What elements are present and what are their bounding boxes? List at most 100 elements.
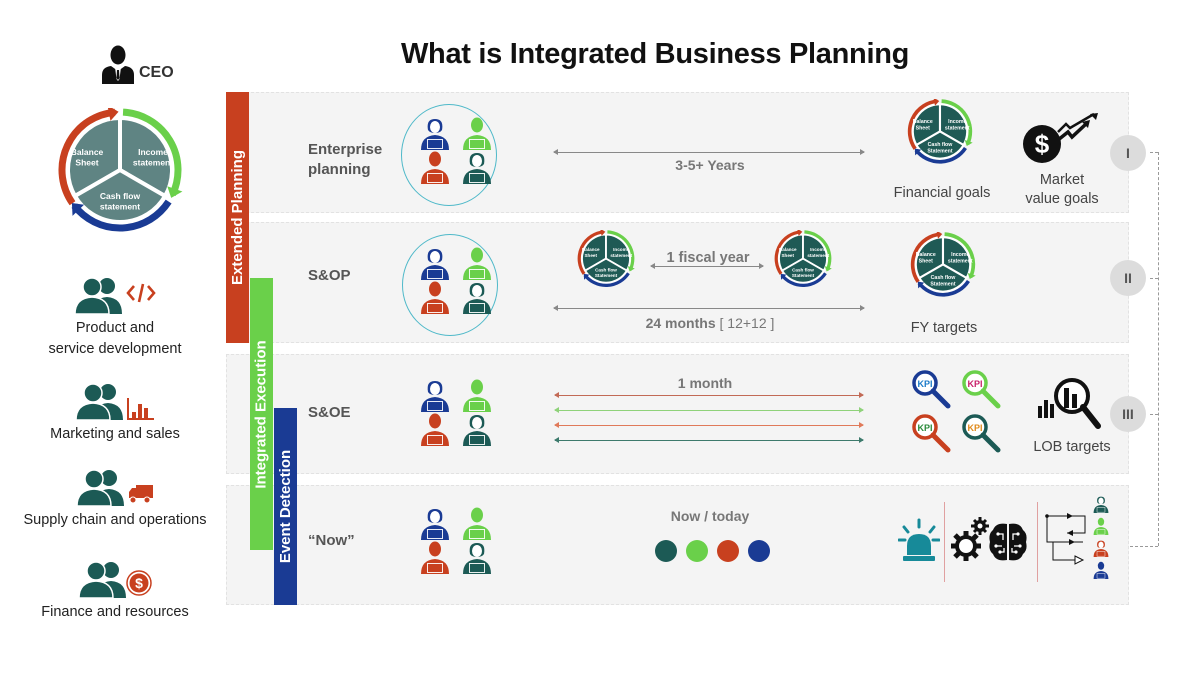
code-icon xyxy=(126,283,156,303)
now-today-label: Now / today xyxy=(670,508,750,524)
event-detection-label: Event Detection xyxy=(277,449,295,564)
row-label-line: planning xyxy=(308,161,371,178)
person-male-icon xyxy=(421,281,449,314)
ceo-label: CEO xyxy=(139,64,174,81)
integrated-execution-label: Integrated Execution xyxy=(253,339,271,489)
horizon-arrow-red xyxy=(554,392,864,398)
stage-badge-ii: II xyxy=(1110,260,1146,296)
person-female-icon xyxy=(463,283,491,314)
team-people-icon xyxy=(75,383,123,420)
person-female-icon xyxy=(421,509,449,540)
pie-label: Statement xyxy=(792,273,815,278)
team-group xyxy=(418,378,496,446)
row-label-line: Enterprise xyxy=(308,141,383,158)
person-male-icon xyxy=(421,413,449,446)
person-female-icon xyxy=(421,119,449,150)
kpi-magnifier-icon: KPI xyxy=(912,370,951,409)
person-female-icon xyxy=(1093,540,1109,557)
dollar-coin-icon: $ xyxy=(126,570,152,596)
market-value-icon: $ xyxy=(1023,112,1098,163)
pie-label: Balance xyxy=(913,119,933,125)
stage-badge-i: I xyxy=(1110,135,1146,171)
extended-planning-bar: Extended Planning xyxy=(226,92,249,343)
market-value-goals-label: Market value goals xyxy=(1010,171,1114,209)
horizon-note: [ 12+12 ] xyxy=(719,315,775,331)
ai-brain-icon xyxy=(989,523,1027,561)
person-female-icon xyxy=(421,249,449,280)
pie-label: statement xyxy=(610,253,632,258)
pie-label: Income xyxy=(948,119,966,125)
person-female-icon xyxy=(463,543,491,574)
horizon-value: 24 months xyxy=(645,315,716,331)
svg-text:$: $ xyxy=(135,575,143,591)
dept-label: Product and xyxy=(75,320,155,336)
pie-label: Sheet xyxy=(919,258,933,264)
bar-chart-icon xyxy=(127,398,154,420)
horizon-label: 24 months [ 12+12 ] xyxy=(600,315,820,331)
team-people-icon xyxy=(74,277,122,314)
horizon-arrow-orange xyxy=(554,422,864,428)
pie-label: Cash flow xyxy=(931,275,957,281)
alarm-siren-icon xyxy=(898,518,940,561)
status-dot-teal xyxy=(655,540,677,562)
integrated-execution-bar: Integrated Execution xyxy=(250,278,273,550)
pie-label: statement xyxy=(807,253,829,258)
person-female-icon xyxy=(421,381,449,412)
pie-label: Sheet xyxy=(584,253,597,258)
pie-label: Cash flow xyxy=(928,142,954,148)
row-label-enterprise: Enterprise planning xyxy=(308,140,382,180)
dept-product-service: Product and service development xyxy=(0,274,230,360)
dept-label: Finance and resources xyxy=(41,604,189,620)
person-male-icon xyxy=(421,151,449,184)
dept-label: Supply chain and operations xyxy=(23,512,207,528)
team-group xyxy=(418,506,496,574)
dept-label-2: service development xyxy=(48,341,182,357)
status-dot-blue xyxy=(748,540,770,562)
person-male-icon xyxy=(1093,517,1109,535)
pie-label: Sheet xyxy=(781,253,794,258)
pie-label: Income xyxy=(951,252,969,258)
horizon-arrow xyxy=(553,305,865,311)
stage-badge-iii: III xyxy=(1110,396,1146,432)
kpi-magnifier-icon: KPI xyxy=(912,414,951,453)
pie-label: Balance xyxy=(916,252,936,258)
horizon-arrow-teal xyxy=(554,437,864,443)
feedback-connector-iii xyxy=(1150,414,1158,415)
page-title: What is Integrated Business Planning xyxy=(400,38,910,70)
fiscal-year-label: 1 fiscal year xyxy=(666,250,750,266)
dept-label: Marketing and sales xyxy=(50,426,180,442)
dept-marketing-sales: Marketing and sales xyxy=(0,380,230,445)
financial-pie: BalanceSheet Incomestatement Cash flowStat… xyxy=(910,232,976,297)
financial-pie: BalanceSheet Incomestatement Cash flowStat… xyxy=(577,230,635,287)
separator xyxy=(1037,502,1038,582)
person-male-icon xyxy=(463,507,491,540)
person-male-icon xyxy=(463,247,491,280)
row-label-sop: S&OP xyxy=(308,267,351,284)
truck-icon xyxy=(129,485,153,504)
person-male-icon xyxy=(463,379,491,412)
pie-label: Sheet xyxy=(75,157,98,167)
lob-analytics-icon xyxy=(1038,378,1101,429)
status-dot-red xyxy=(717,540,739,562)
kpi-magnifier-icon: KPI xyxy=(962,414,1001,453)
dept-supply-chain: Supply chain and operations xyxy=(0,466,230,531)
row-label-soe: S&OE xyxy=(308,404,351,421)
kpi-text: KPI xyxy=(967,379,982,389)
pie-label: Income xyxy=(810,247,827,252)
separator xyxy=(944,502,945,582)
horizon-label: 3-5+ Years xyxy=(675,157,745,173)
pie-label: Balance xyxy=(71,147,104,157)
pie-label: Balance xyxy=(779,247,797,252)
routing-flow-icon xyxy=(1045,513,1086,565)
ceo-icon xyxy=(102,45,134,84)
person-male-icon xyxy=(463,117,491,150)
kpi-icons: KPI KPI KPI KPI xyxy=(910,368,1010,460)
pie-label: statement xyxy=(945,125,970,131)
big-financial-pie: BalanceSheetIncomestatementCash flowstat… xyxy=(58,108,183,232)
goal-line: value goals xyxy=(1025,191,1099,207)
feedback-connector-source xyxy=(1130,546,1158,547)
pie-label: Income xyxy=(138,147,168,157)
pie-label: statement xyxy=(100,201,140,211)
pie-label: statement xyxy=(948,258,973,264)
pie-label: Balance xyxy=(582,247,600,252)
